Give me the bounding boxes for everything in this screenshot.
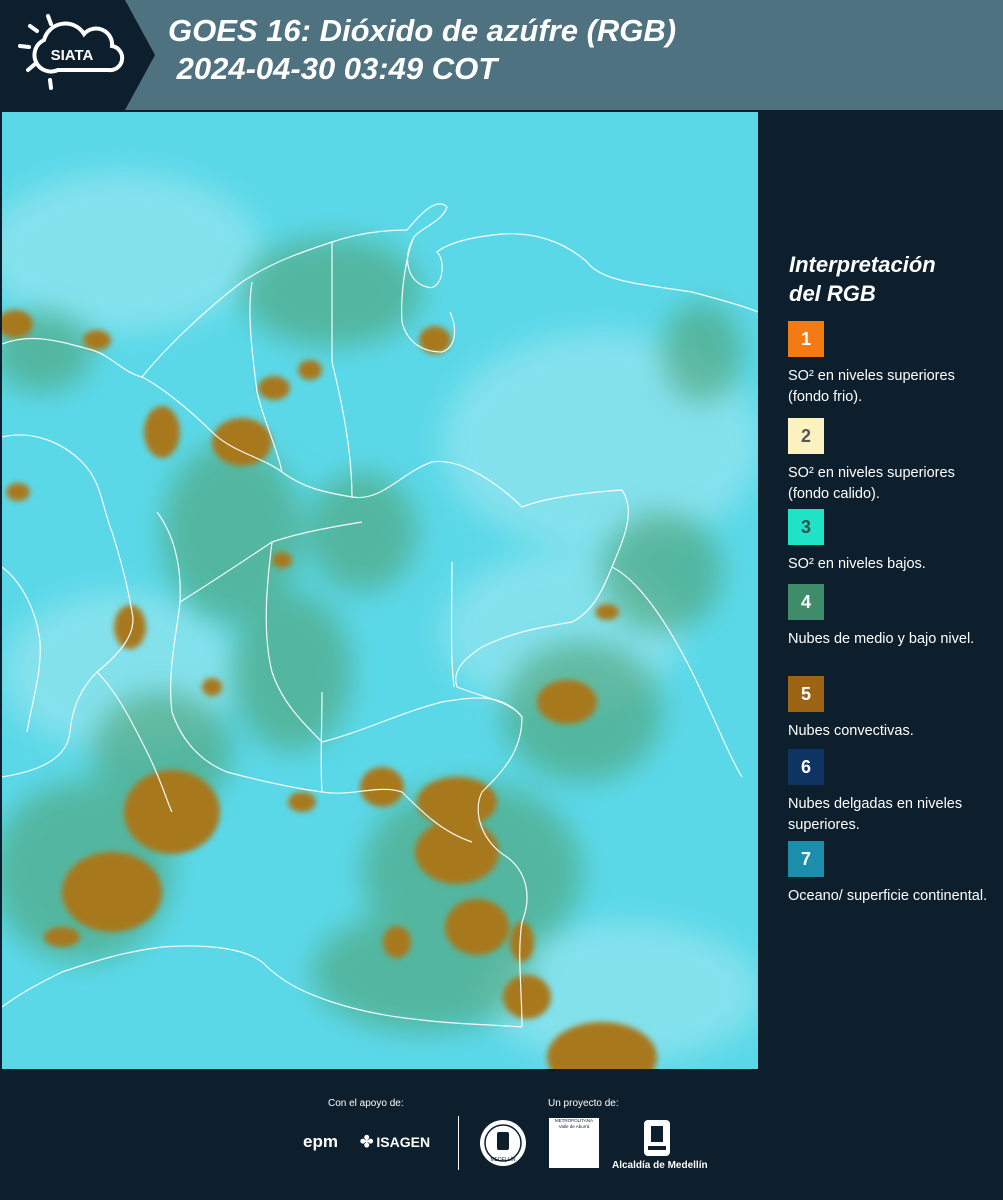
- alcaldia-coat-of-arms-icon: [644, 1120, 670, 1156]
- legend-swatch-7: 7: [788, 841, 824, 877]
- area-subtitle: METROPOLITANA Valle de Aburrá: [554, 1118, 594, 1129]
- legend-title-line2: del RGB: [789, 281, 876, 306]
- legend-item-1: 1 SO² en niveles superiores (fondo frio)…: [788, 321, 993, 408]
- legend-swatch-1: 1: [788, 321, 824, 357]
- medellin-seal-icon: MEDELLÍN: [480, 1120, 526, 1166]
- legend-label-5: Nubes convectivas.: [788, 723, 914, 739]
- legend-label-3: SO² en niveles bajos.: [788, 556, 926, 572]
- rgb-satellite-image: [2, 112, 758, 1069]
- alcaldia-label: Alcaldía de Medellín: [612, 1160, 708, 1171]
- legend-item-6: 6 Nubes delgadas en niveles superiores.: [788, 749, 993, 836]
- legend-item-3: 3 SO² en niveles bajos.: [788, 509, 993, 575]
- legend-swatch-2: 2: [788, 418, 824, 454]
- medellin-seal-text: MEDELLÍN: [490, 1156, 515, 1163]
- legend-title-line1: Interpretación: [789, 252, 936, 277]
- epm-logo: epm: [303, 1132, 338, 1151]
- legend-item-7: 7 Oceano/ superficie continental.: [788, 841, 993, 907]
- isagen-wordmark: ISAGEN: [376, 1134, 431, 1150]
- legend-item-2: 2 SO² en niveles superiores (fondo calid…: [788, 418, 993, 518]
- header-bar: SIATA GOES 16: Dióxido de azúfre (RGB) 2…: [0, 0, 1003, 110]
- project-label: Un proyecto de:: [548, 1098, 619, 1109]
- area-metropolitana-logo: METROPOLITANA Valle de Aburrá: [549, 1118, 599, 1168]
- footer: Con el apoyo de: Un proyecto de: epm ✤ I…: [0, 1070, 1003, 1200]
- isagen-icon: ✤: [360, 1134, 374, 1151]
- legend-label-4: Nubes de medio y bajo nivel.: [788, 631, 975, 647]
- support-label: Con el apoyo de:: [328, 1098, 404, 1109]
- legend-swatch-4: 4: [788, 584, 824, 620]
- isagen-logo: ✤ ISAGEN: [360, 1132, 430, 1152]
- legend-title: Interpretación del RGB: [789, 250, 936, 308]
- legend-swatch-3: 3: [788, 509, 824, 545]
- page-title: GOES 16: Dióxido de azúfre (RGB) 2024-04…: [168, 13, 677, 86]
- legend-swatch-6: 6: [788, 749, 824, 785]
- footer-divider: [458, 1116, 459, 1170]
- legend-label-1: SO² en niveles superiores (fondo frio).: [788, 368, 955, 405]
- legend-panel: Interpretación del RGB 1 SO² en niveles …: [760, 110, 1003, 1070]
- legend-swatch-5: 5: [788, 676, 824, 712]
- legend-item-4: 4 Nubes de medio y bajo nivel.: [788, 584, 993, 650]
- siata-wordmark: SIATA: [51, 47, 94, 64]
- legend-label-7: Oceano/ superficie continental.: [788, 888, 988, 904]
- satellite-map: [2, 112, 758, 1069]
- siata-logo: SIATA: [0, 0, 155, 110]
- legend-item-5: 5 Nubes convectivas.: [788, 676, 993, 742]
- legend-label-6: Nubes delgadas en niveles superiores.: [788, 796, 963, 833]
